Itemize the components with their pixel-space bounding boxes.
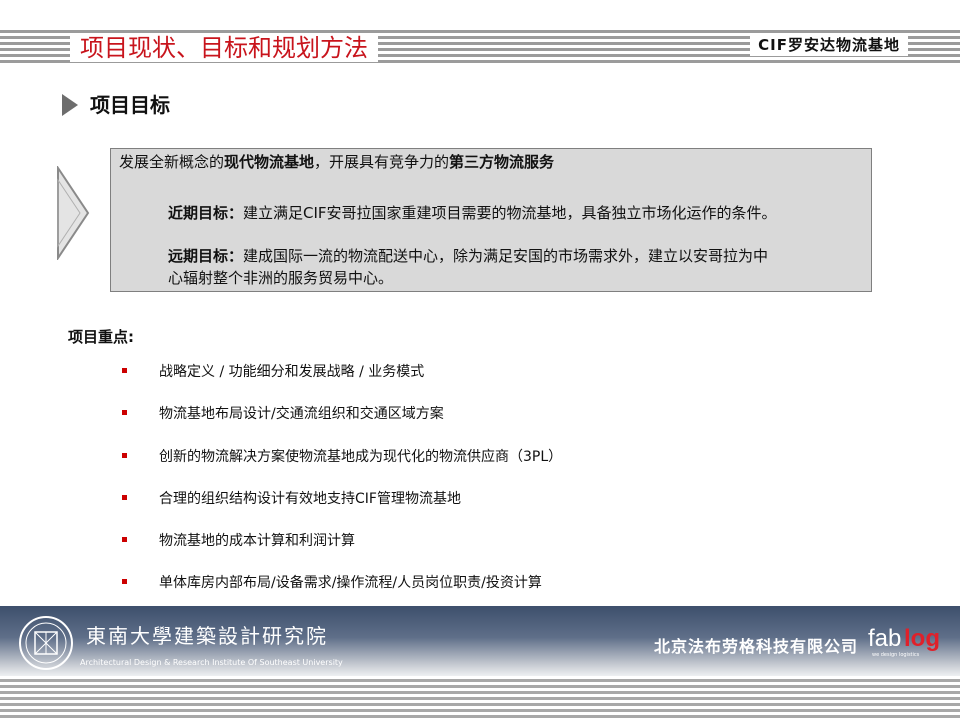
university-name-en: Architectural Design & Research Institut… (80, 658, 343, 667)
list-item-text: 物流基地的成本计算和利润计算 (159, 533, 355, 549)
section-title: 项目目标 (90, 93, 170, 117)
list-item-text: 物流基地布局设计/交通流组织和交通区域方案 (159, 406, 444, 422)
near-term-label: 近期目标： (168, 204, 244, 222)
near-term-text: 建立满足CIF安哥拉国家重建项目需要的物流基地，具备独立市场化运作的条件。 (243, 204, 777, 222)
long-term-text-line2: 心辐射整个非洲的服务贸易中心。 (168, 269, 394, 287)
project-brand: CIF罗安达物流基地 (750, 34, 908, 56)
triangle-bullet-icon (62, 94, 78, 116)
company-name: 北京法布劳格科技有限公司 (654, 637, 859, 656)
long-term-goal: 远期目标：建成国际一流的物流配送中心，除为满足安国的市场需求外，建立以安哥拉为中… (168, 245, 868, 289)
goal-main-highlight-1: 现代物流基地 (224, 153, 315, 171)
university-name-cn: 東南大學建築設計研究院 (86, 624, 328, 648)
list-item-text: 单体库房内部布局/设备需求/操作流程/人员岗位职责/投资计算 (159, 575, 542, 591)
goals-box: 发展全新概念的现代物流基地，开展具有竞争力的第三方物流服务 近期目标：建立满足C… (110, 148, 872, 292)
list-item: 合理的组织结构设计有效地支持CIF管理物流基地 (122, 489, 461, 509)
square-bullet-icon (122, 536, 127, 542)
list-item-text: 创新的物流解决方案使物流基地成为现代化的物流供应商（3PL） (159, 449, 563, 465)
square-bullet-icon (122, 578, 127, 584)
square-bullet-icon (122, 452, 127, 458)
square-bullet-icon (122, 367, 127, 373)
list-item: 物流基地的成本计算和利润计算 (122, 531, 355, 551)
long-term-label: 远期目标： (168, 247, 244, 265)
long-term-text-line1: 建成国际一流的物流配送中心，除为满足安国的市场需求外，建立以安哥拉为中 (243, 247, 769, 265)
square-bullet-icon (122, 494, 127, 500)
key-points-label: 项目重点: (68, 328, 134, 346)
fablog-logo: fab log (868, 625, 940, 652)
goal-main-highlight-2: 第三方物流服务 (449, 153, 555, 171)
university-seal-icon (19, 616, 73, 670)
list-item: 战略定义 / 功能细分和发展战略 / 业务模式 (122, 362, 424, 382)
logo-tagline: we design logistics (872, 652, 920, 658)
list-item: 物流基地布局设计/交通流组织和交通区域方案 (122, 404, 444, 424)
goal-main-statement: 发展全新概念的现代物流基地，开展具有竞争力的第三方物流服务 (119, 151, 554, 173)
chevron-right-icon (57, 166, 90, 260)
list-item: 创新的物流解决方案使物流基地成为现代化的物流供应商（3PL） (122, 447, 562, 467)
footer-stripes (0, 676, 960, 720)
list-item: 单体库房内部布局/设备需求/操作流程/人员岗位职责/投资计算 (122, 573, 542, 593)
goal-main-text-2: ，开展具有竞争力的 (314, 153, 450, 171)
square-bullet-icon (122, 409, 127, 415)
goal-main-text: 发展全新概念的 (119, 153, 225, 171)
near-term-goal: 近期目标：建立满足CIF安哥拉国家重建项目需要的物流基地，具备独立市场化运作的条… (168, 202, 868, 224)
list-item-text: 战略定义 / 功能细分和发展战略 / 业务模式 (159, 364, 425, 380)
list-item-text: 合理的组织结构设计有效地支持CIF管理物流基地 (159, 491, 461, 507)
logo-text-b: log (904, 625, 940, 652)
page-title: 项目现状、目标和规划方法 (70, 34, 378, 62)
logo-text-a: fab (868, 625, 901, 652)
